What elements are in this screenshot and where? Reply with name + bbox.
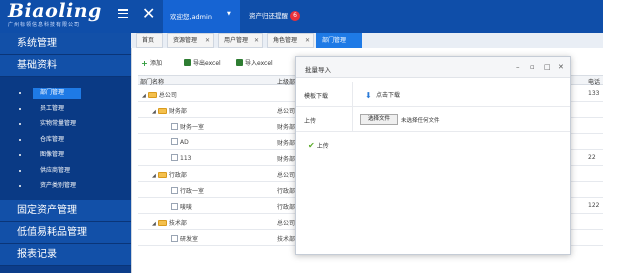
close-dialog-icon[interactable]: ✕ [558,62,564,72]
download-link[interactable]: ⬇ 点击下载 [365,90,400,100]
add-button[interactable]: + 添加 [141,58,162,68]
bullet-icon [19,169,21,172]
collapse-icon[interactable]: ◢ [142,93,146,99]
file-icon [171,123,178,130]
close-tab-icon[interactable]: ✕ [305,34,310,47]
bullet-icon [19,107,21,110]
sidebar-item-images[interactable]: 图像管理 [0,147,131,163]
file-icon [171,154,178,161]
collapse-icon[interactable]: ◢ [152,173,156,179]
excel-icon [184,59,191,66]
upload-label: 上传 [304,118,317,125]
bullet-icon [19,138,21,141]
sidebar-item-departments[interactable]: 部门管理 [0,85,131,101]
caret-down-icon: ▼ [227,11,231,17]
bullet-icon [19,154,21,156]
export-excel-button[interactable]: 导出excel [184,58,221,67]
sidebar-section-reports[interactable]: 报表记录 [0,243,131,266]
sidebar-section-system[interactable]: 系统管理 [0,33,131,55]
sidebar-item-employees[interactable]: 员工管理 [0,101,131,117]
template-download-label: 模板下载 [304,93,329,100]
sidebar-submenu: 部门管理 员工管理 实物常量管理 仓库管理 图像管理 供应商管理 资产类别管理 [0,77,131,200]
dialog-title: 批量导入 [305,66,331,74]
file-icon [171,203,178,210]
bullet-icon [19,123,21,125]
check-icon: ✔ [308,141,315,150]
minimize-icon[interactable]: – [516,62,520,72]
restore-icon[interactable]: ▫ [530,62,535,72]
user-menu[interactable]: 欢迎您,admin ▼ [163,0,240,33]
sidebar-section-basic[interactable]: 基础资料 [0,55,131,77]
user-menu-label: 欢迎您,admin [170,13,212,21]
excel-icon [236,59,243,66]
tab-home[interactable]: 首页 [136,33,163,48]
sidebar-item-asset-categories[interactable]: 资产类别管理 [0,178,131,194]
tab-users[interactable]: 用户管理 ✕ [218,33,263,48]
batch-import-dialog: 批量导入 – ▫ □ ✕ 模板下载 ⬇ 点击下载 上传 选择文件 未选择任何文件 … [295,56,571,255]
file-icon [171,235,178,242]
sidebar: 系统管理 基础资料 部门管理 员工管理 实物常量管理 仓库管理 图像管理 供应商… [0,33,131,273]
file-status-text: 未选择任何文件 [401,118,440,124]
upload-row: 上传 选择文件 未选择任何文件 [296,107,570,132]
asset-return-reminder[interactable]: 资产归还提醒 6 [249,10,300,21]
close-icon[interactable]: ✕ [142,6,156,22]
folder-icon [147,92,157,98]
collapse-icon[interactable]: ◢ [152,221,156,227]
maximize-icon[interactable]: □ [544,62,551,72]
logo-subtitle: 广州标领信息科技有限公司 [8,22,81,28]
collapse-icon[interactable]: ◢ [152,109,156,115]
tab-roles[interactable]: 角色管理 ✕ [267,33,314,48]
folder-icon [157,108,167,114]
file-icon [171,187,178,194]
company-logo: Biaoling 广州标领信息科技有限公司 [8,2,112,30]
bullet-icon [19,185,21,187]
choose-file-button[interactable]: 选择文件 [360,114,398,125]
sidebar-item-warehouses[interactable]: 仓库管理 [0,132,131,148]
plus-icon: + [141,59,148,68]
tab-bar: 首页 资源管理 ✕ 用户管理 ✕ 角色管理 ✕ 部门管理 [131,33,603,48]
dialog-header: 批量导入 – ▫ □ ✕ [296,57,570,78]
sidebar-item-constants[interactable]: 实物常量管理 [0,116,131,132]
bullet-icon [19,92,21,94]
file-icon [171,138,178,145]
close-tab-icon[interactable]: ✕ [205,34,210,47]
column-header-phone[interactable]: 电话 [588,77,600,86]
reminder-label: 资产归还提醒 [249,12,288,20]
tab-resources[interactable]: 资源管理 ✕ [167,33,214,48]
template-download-row: 模板下载 ⬇ 点击下载 [296,82,570,107]
sidebar-section-fixed-assets[interactable]: 固定资产管理 [0,199,131,222]
folder-icon [157,172,167,178]
tab-departments[interactable]: 部门管理 [316,33,362,48]
upload-submit-button[interactable]: ✔ 上传 [308,141,329,150]
sidebar-item-suppliers[interactable]: 供应商管理 [0,163,131,179]
folder-icon [157,220,167,226]
menu-toggle-icon[interactable] [118,9,128,19]
top-bar: Biaoling 广州标领信息科技有限公司 ✕ 欢迎您,admin ▼ 资产归还… [0,0,603,33]
page-margin [603,0,627,273]
reminder-count-badge: 6 [290,11,300,21]
close-tab-icon[interactable]: ✕ [254,34,259,47]
sidebar-section-consumables[interactable]: 低值易耗品管理 [0,221,131,244]
import-excel-button[interactable]: 导入excel [236,58,273,67]
column-header-name[interactable]: 部门名称 [140,77,164,86]
download-icon: ⬇ [365,91,372,100]
logo-text: Biaoling [8,0,102,22]
